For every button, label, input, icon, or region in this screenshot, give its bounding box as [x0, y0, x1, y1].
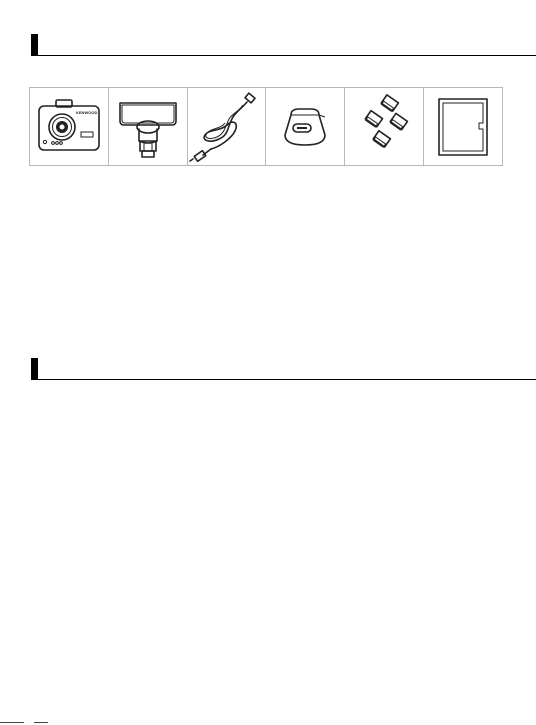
section-header: [0, 358, 536, 380]
brand-text: KENWOOD: [76, 110, 97, 115]
section-rule: [38, 55, 536, 56]
adhesive-pads-icon: [364, 93, 409, 148]
car-charger-icon: [284, 107, 327, 146]
mount-bracket-icon: [118, 101, 177, 158]
section-header-accessories: [0, 34, 536, 56]
usb-cable-icon: [188, 91, 256, 162]
section-marker: [31, 358, 38, 380]
accessory-item: [266, 88, 346, 165]
accessory-item: [188, 88, 267, 165]
footer-mark: [34, 722, 48, 723]
accessory-item: [109, 88, 188, 165]
section-marker: [31, 34, 38, 56]
accessory-item: [345, 88, 425, 165]
accessory-item: KENWOOD: [30, 88, 109, 165]
page-footer: [0, 715, 536, 725]
accessory-item: [424, 88, 502, 165]
memory-card-icon: [438, 97, 488, 156]
accessory-grid: KENWOOD: [29, 87, 503, 166]
section-rule: [38, 379, 536, 380]
footer-mark: [0, 722, 24, 723]
dash-camera-icon: KENWOOD: [38, 98, 100, 151]
